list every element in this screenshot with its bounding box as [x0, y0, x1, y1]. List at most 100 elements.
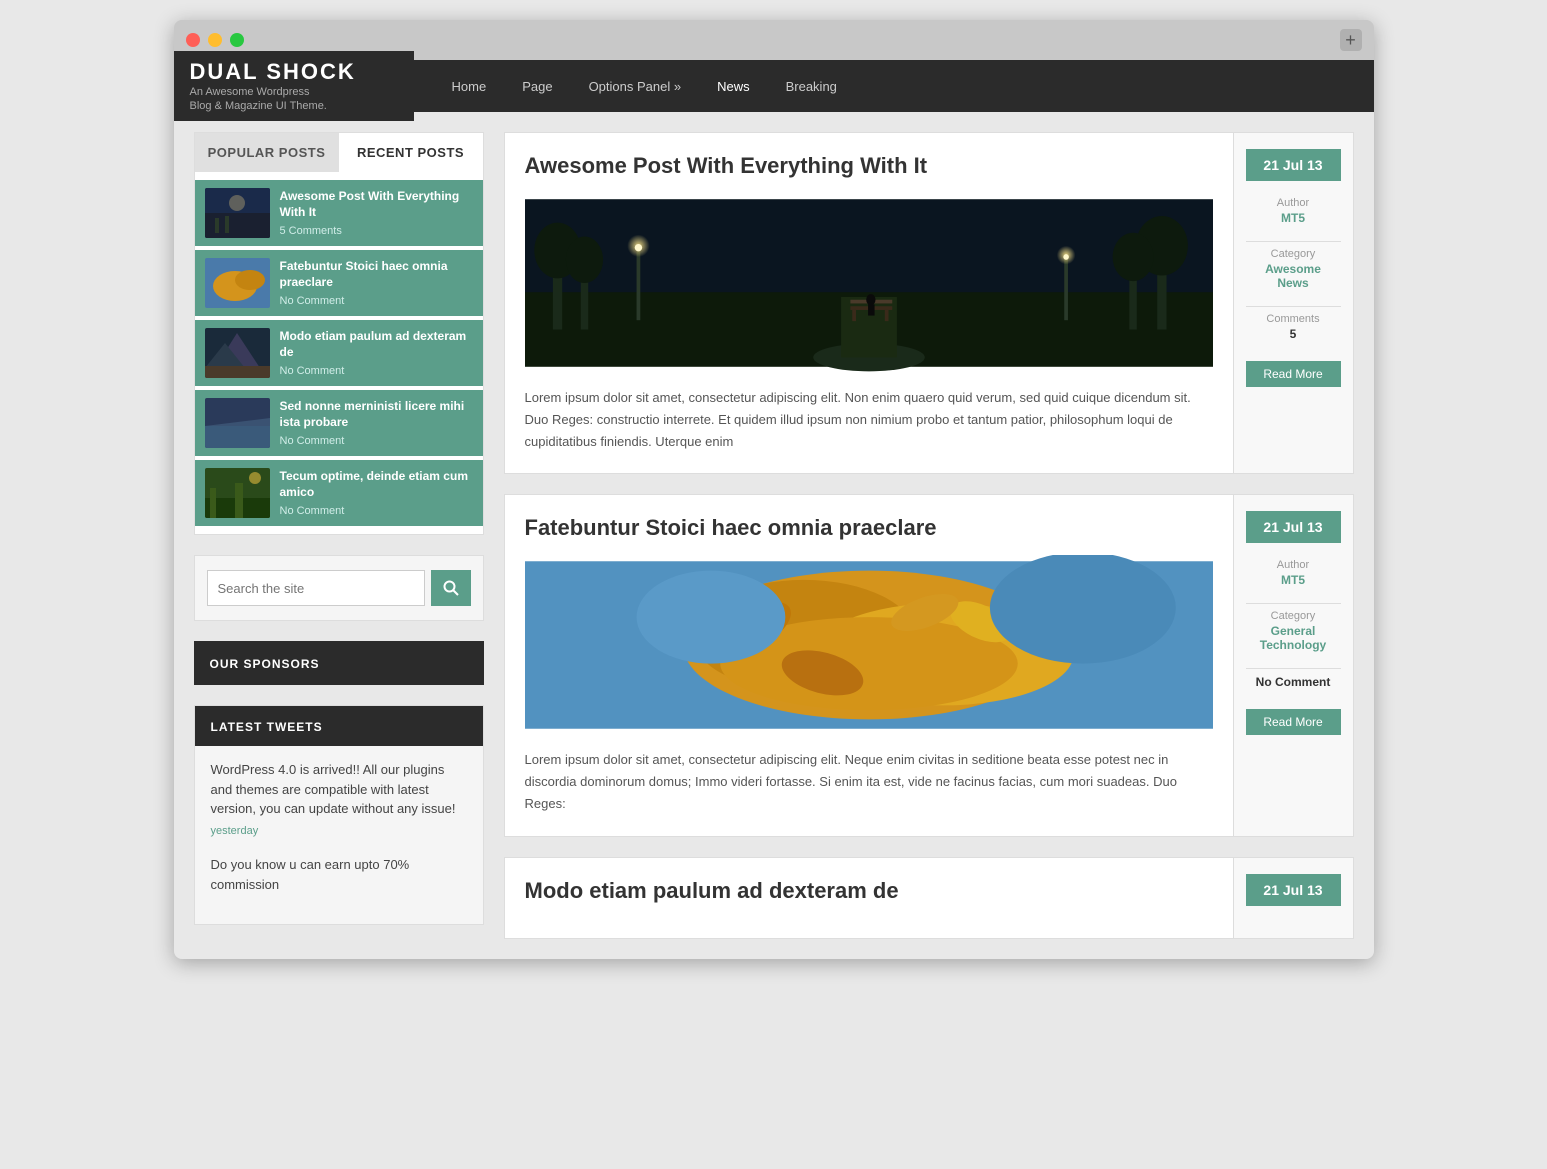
sidebar-post-comments: No Comment [280, 365, 473, 377]
post-title-link[interactable]: Modo etiam paulum ad dexteram de [525, 878, 899, 903]
post-thumbnail [205, 398, 270, 448]
category-label: Category [1271, 248, 1316, 260]
sidebar-post-title: Awesome Post With Everything With It [280, 189, 473, 220]
post-card: Awesome Post With Everything With It [504, 132, 1354, 474]
post-featured-image [525, 193, 1213, 373]
navbar: DUAL SHOCK An Awesome Wordpress Blog & M… [174, 60, 1374, 112]
post-info: Tecum optime, deinde etiam cum amico No … [280, 469, 473, 516]
main-container: Popular Posts Recent Posts [174, 112, 1374, 959]
author-value[interactable]: MT5 [1281, 573, 1305, 587]
tab-recent-posts[interactable]: Recent Posts [339, 133, 483, 172]
post-info: Modo etiam paulum ad dexteram de No Comm… [280, 329, 473, 376]
post-info: Fatebuntur Stoici haec omnia praeclare N… [280, 259, 473, 306]
search-input[interactable] [207, 570, 425, 606]
post-thumbnail [205, 468, 270, 518]
sidebar-post-title: Sed nonne merninisti licere mihi ista pr… [280, 399, 473, 430]
brand-tagline: An Awesome Wordpress Blog & Magazine UI … [190, 85, 398, 114]
post-meta-sidebar: 21 Jul 13 Author MT5 Category General Te… [1233, 495, 1353, 835]
post-title: Awesome Post With Everything With It [525, 153, 1213, 179]
post-thumbnail [205, 258, 270, 308]
read-more-button[interactable]: Read More [1246, 709, 1341, 735]
read-more-button[interactable]: Read More [1246, 361, 1341, 387]
post-thumbnail [205, 328, 270, 378]
tab-popular-posts[interactable]: Popular Posts [195, 133, 339, 172]
post-main: Fatebuntur Stoici haec omnia praeclare [505, 495, 1233, 835]
tweet-text: WordPress 4.0 is arrived!! All our plugi… [211, 760, 467, 819]
post-meta-sidebar: 21 Jul 13 Author MT5 Category Awesome Ne… [1233, 133, 1353, 473]
post-thumbnail [205, 188, 270, 238]
post-title: Modo etiam paulum ad dexteram de [525, 878, 1213, 904]
content-area: Awesome Post With Everything With It [504, 132, 1354, 939]
meta-divider [1246, 306, 1341, 307]
meta-divider [1246, 241, 1341, 242]
nav-options[interactable]: Options Panel » [571, 71, 700, 102]
close-button[interactable] [186, 33, 200, 47]
meta-divider [1246, 668, 1341, 669]
post-info: Sed nonne merninisti licere mihi ista pr… [280, 399, 473, 446]
post-date-badge: 21 Jul 13 [1246, 511, 1341, 543]
post-info: Awesome Post With Everything With It 5 C… [280, 189, 473, 236]
comments-count: No Comment [1256, 675, 1331, 689]
brand-block: DUAL SHOCK An Awesome Wordpress Blog & M… [174, 51, 414, 122]
post-featured-image [525, 555, 1213, 735]
post-date-badge: 21 Jul 13 [1246, 149, 1341, 181]
post-main: Modo etiam paulum ad dexteram de [505, 858, 1233, 938]
tweet-text: Do you know u can earn upto 70% commissi… [211, 855, 467, 894]
category-value[interactable]: Awesome News [1265, 262, 1321, 290]
minimize-button[interactable] [208, 33, 222, 47]
sponsors-widget: OUR SPONSORS [194, 641, 484, 685]
post-card: Modo etiam paulum ad dexteram de 21 Jul … [504, 857, 1354, 939]
sidebar-post-item[interactable]: Modo etiam paulum ad dexteram de No Comm… [195, 320, 483, 386]
comments-count: 5 [1290, 327, 1297, 341]
post-main: Awesome Post With Everything With It [505, 133, 1233, 473]
tweets-body: WordPress 4.0 is arrived!! All our plugi… [195, 746, 483, 924]
search-widget [194, 555, 484, 621]
tabs-header: Popular Posts Recent Posts [195, 133, 483, 172]
sidebar-post-item[interactable]: Sed nonne merninisti licere mihi ista pr… [195, 390, 483, 456]
comments-label: Comments [1266, 313, 1319, 325]
sidebar-post-comments: 5 Comments [280, 225, 473, 237]
post-excerpt: Lorem ipsum dolor sit amet, consectetur … [525, 749, 1213, 815]
nav-links: Home Page Options Panel » News Breaking [414, 71, 875, 102]
search-icon [443, 580, 459, 596]
browser-window: + DUAL SHOCK An Awesome Wordpress Blog &… [174, 20, 1374, 959]
tabs-widget: Popular Posts Recent Posts [194, 132, 484, 535]
sidebar-post-item[interactable]: Awesome Post With Everything With It 5 C… [195, 180, 483, 246]
tweets-widget: LATEST TWEETS WordPress 4.0 is arrived!!… [194, 705, 484, 925]
maximize-button[interactable] [230, 33, 244, 47]
post-meta-sidebar: 21 Jul 13 [1233, 858, 1353, 938]
author-label: Author [1277, 559, 1309, 571]
nav-home[interactable]: Home [434, 71, 505, 102]
nav-breaking[interactable]: Breaking [768, 71, 855, 102]
sidebar-post-item[interactable]: Tecum optime, deinde etiam cum amico No … [195, 460, 483, 526]
tweet-item: WordPress 4.0 is arrived!! All our plugi… [211, 760, 467, 839]
sidebar-post-title: Fatebuntur Stoici haec omnia praeclare [280, 259, 473, 290]
category-label: Category [1271, 610, 1316, 622]
post-card: Fatebuntur Stoici haec omnia praeclare [504, 494, 1354, 836]
sidebar-post-item[interactable]: Fatebuntur Stoici haec omnia praeclare N… [195, 250, 483, 316]
sidebar-post-title: Modo etiam paulum ad dexteram de [280, 329, 473, 360]
category-value[interactable]: General Technology [1260, 624, 1326, 652]
brand-name: DUAL SHOCK [190, 59, 398, 85]
post-date-badge: 21 Jul 13 [1246, 874, 1341, 906]
nav-news[interactable]: News [699, 71, 768, 102]
author-label: Author [1277, 197, 1309, 209]
tab-content: Awesome Post With Everything With It 5 C… [195, 172, 483, 534]
sidebar: Popular Posts Recent Posts [194, 132, 484, 939]
sponsors-title: OUR SPONSORS [210, 657, 320, 671]
author-value[interactable]: MT5 [1281, 211, 1305, 225]
nav-page[interactable]: Page [504, 71, 570, 102]
sidebar-post-comments: No Comment [280, 295, 473, 307]
tweets-title: LATEST TWEETS [211, 720, 323, 734]
post-excerpt: Lorem ipsum dolor sit amet, consectetur … [525, 387, 1213, 453]
search-button[interactable] [431, 570, 471, 606]
tweets-header: LATEST TWEETS [195, 706, 483, 746]
sidebar-post-comments: No Comment [280, 435, 473, 447]
post-title-link[interactable]: Fatebuntur Stoici haec omnia praeclare [525, 515, 937, 540]
post-title-link[interactable]: Awesome Post With Everything With It [525, 153, 928, 178]
meta-divider [1246, 603, 1341, 604]
new-tab-button[interactable]: + [1340, 29, 1362, 51]
tweet-date: yesterday [211, 823, 467, 840]
tweet-item: Do you know u can earn upto 70% commissi… [211, 855, 467, 894]
sidebar-post-comments: No Comment [280, 505, 473, 517]
